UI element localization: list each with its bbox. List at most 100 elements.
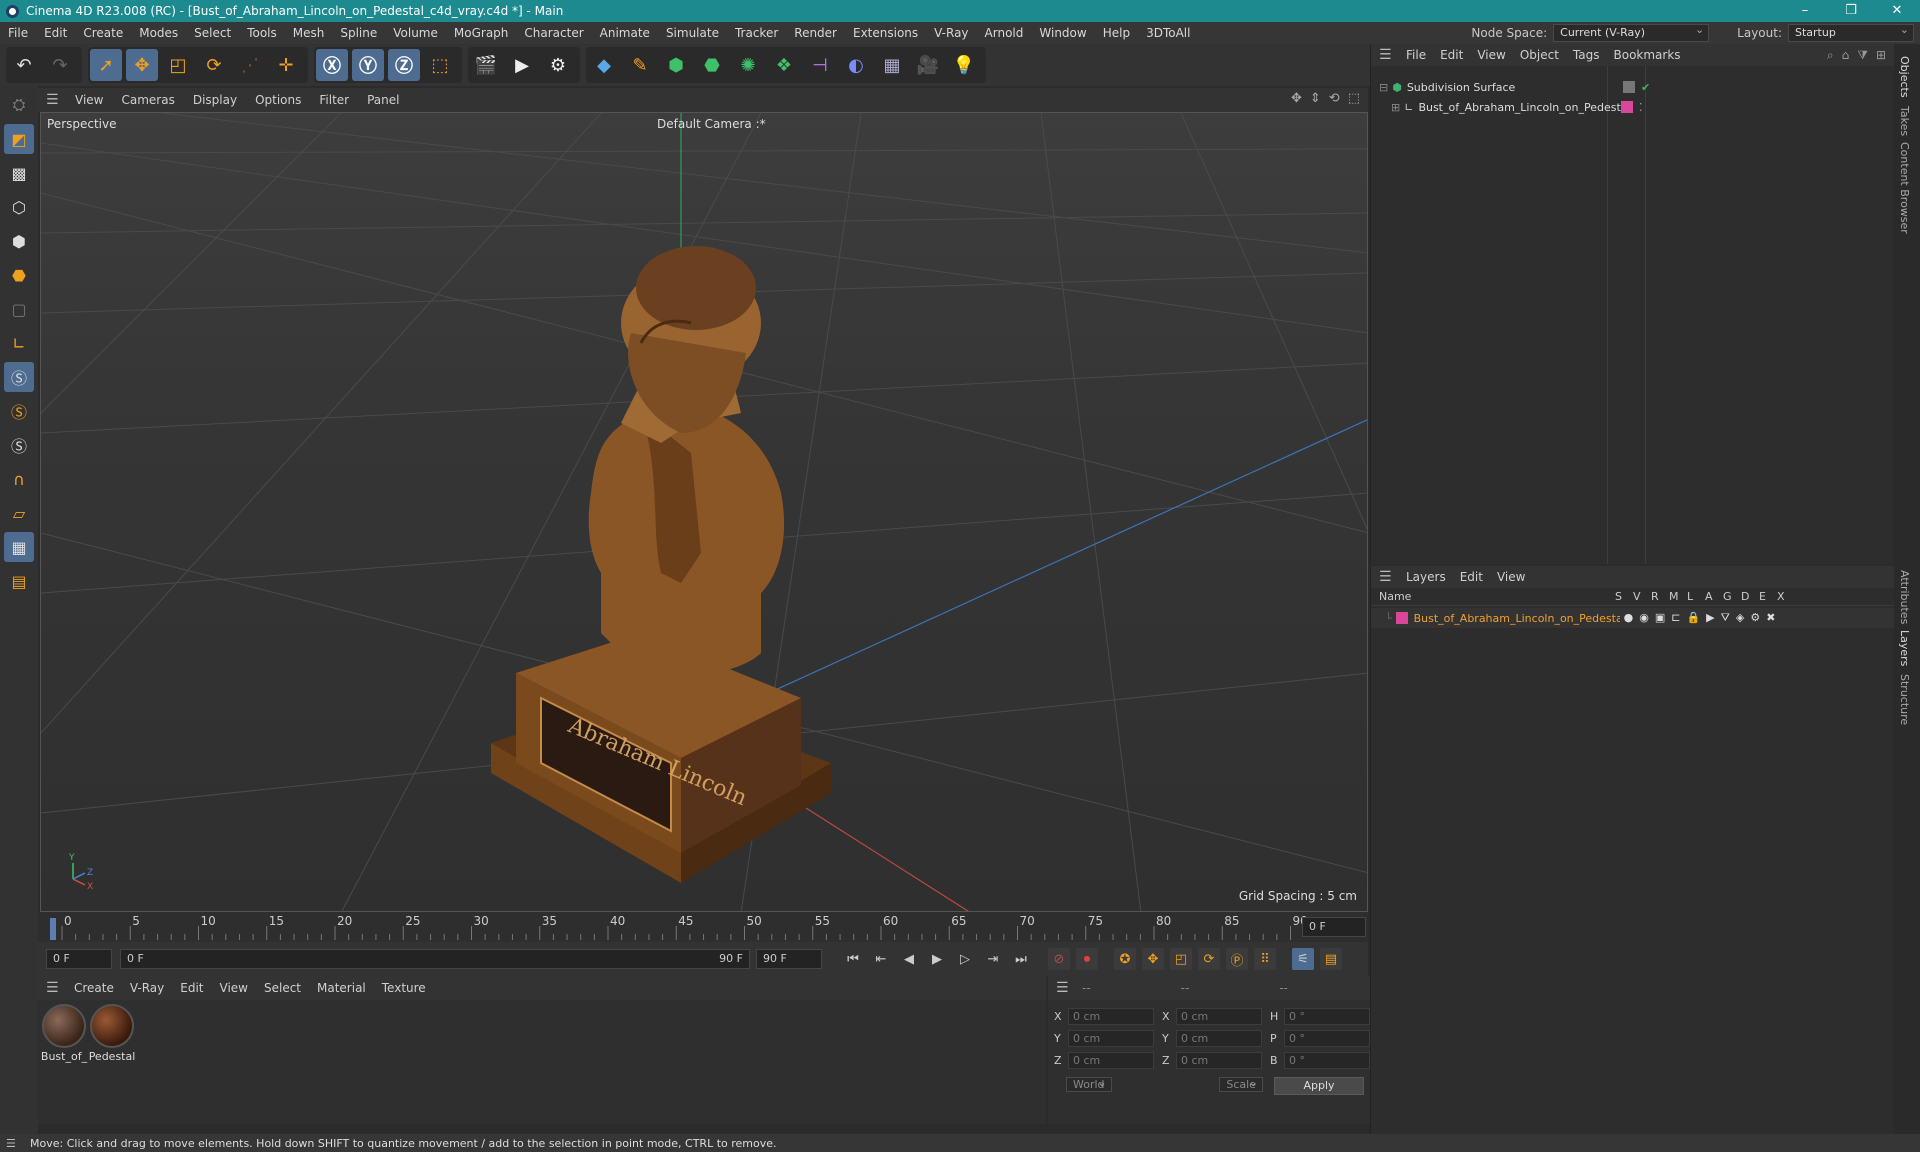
make-editable-icon[interactable]: ⛭: [4, 90, 34, 120]
close-button[interactable]: ✕: [1874, 0, 1920, 22]
object-home-icon[interactable]: ⌂: [1842, 48, 1850, 63]
restore-button[interactable]: ❐: [1828, 0, 1874, 22]
polygons-mode-icon[interactable]: ⬣: [4, 260, 34, 290]
quantize-icon[interactable]: Ⓢ: [4, 430, 34, 460]
tab-takes[interactable]: Takes: [1898, 106, 1911, 136]
texture-mode-icon[interactable]: ▩: [4, 158, 34, 188]
layout-dropdown[interactable]: Startup: [1788, 22, 1914, 42]
rotate-view-icon[interactable]: ⟲: [1329, 91, 1340, 106]
material-swatch-bust[interactable]: Bust_of_: [40, 1004, 88, 1063]
snap-settings-icon[interactable]: Ⓢ: [4, 396, 34, 426]
material-menu-texture[interactable]: Texture: [374, 981, 434, 995]
extrude-icon[interactable]: ⬣: [696, 49, 728, 81]
mograph-icon[interactable]: ❖: [768, 49, 800, 81]
object-row-bust[interactable]: ⊞ ∟ Bust_of_Abraham_Lincoln_on_Pedestal …: [1391, 98, 1643, 116]
menu-help[interactable]: Help: [1095, 26, 1138, 40]
recent-tools-icon[interactable]: ⋰: [234, 49, 266, 81]
layer-lock-icon[interactable]: 🔒: [1686, 611, 1700, 625]
tab-layers[interactable]: Layers: [1898, 630, 1911, 666]
undo-icon[interactable]: ↶: [8, 49, 40, 81]
next-frame-icon[interactable]: ▷: [954, 948, 976, 970]
rot-b-field[interactable]: 0 °: [1284, 1052, 1370, 1069]
layer-manager-icon[interactable]: ⊏: [1671, 611, 1680, 625]
playhead-marker[interactable]: [50, 918, 56, 940]
expand-toggle-icon[interactable]: ⊞: [1391, 101, 1400, 114]
size-y-field[interactable]: 0 cm: [1176, 1030, 1262, 1047]
render-picture-viewer-icon[interactable]: ▶: [506, 49, 538, 81]
object-filter-icon[interactable]: ⧩: [1857, 48, 1868, 63]
go-to-start-icon[interactable]: ⏮: [842, 948, 864, 970]
material-menu-icon[interactable]: ☰: [46, 980, 66, 996]
tab-content-browser[interactable]: Content Browser: [1898, 142, 1911, 234]
layer-render-icon[interactable]: ▣: [1655, 611, 1665, 625]
menu-animate[interactable]: Animate: [592, 26, 658, 40]
menu-volume[interactable]: Volume: [385, 26, 446, 40]
viewport-menu-icon[interactable]: ☰: [46, 92, 66, 108]
layer-solo-icon[interactable]: ●: [1624, 611, 1634, 625]
z-axis-lock-icon[interactable]: Ⓩ: [388, 49, 420, 81]
layer-xref-icon[interactable]: ✖: [1766, 611, 1775, 625]
key-scale-icon[interactable]: ◰: [1170, 948, 1192, 970]
edges-mode-icon[interactable]: ⬢: [4, 226, 34, 256]
rot-h-field[interactable]: 0 °: [1284, 1008, 1370, 1025]
material-menu-create[interactable]: Create: [66, 981, 122, 995]
menu-tools[interactable]: Tools: [239, 26, 285, 40]
layer-animation-icon[interactable]: ▶: [1706, 611, 1714, 625]
axis-mode-icon[interactable]: ∟: [4, 328, 34, 358]
light-icon[interactable]: 💡: [948, 49, 980, 81]
menu-3dtoall[interactable]: 3DToAll: [1138, 26, 1198, 40]
start-frame-field[interactable]: 0 F: [46, 949, 112, 969]
menu-render[interactable]: Render: [786, 26, 845, 40]
layer-menu-view[interactable]: View: [1490, 570, 1532, 584]
menu-simulate[interactable]: Simulate: [658, 26, 727, 40]
layer-color-swatch[interactable]: [1395, 612, 1408, 624]
key-parameter-icon[interactable]: Ⓟ: [1226, 948, 1248, 970]
model-mode-icon[interactable]: ◩: [4, 124, 34, 154]
uv-mode-icon[interactable]: ▢: [4, 294, 34, 324]
timeline-window-icon[interactable]: ▤: [1320, 948, 1342, 970]
autokey-icon[interactable]: ⏺: [1076, 948, 1098, 970]
object-menu-view[interactable]: View: [1470, 48, 1512, 62]
tab-structure[interactable]: Structure: [1898, 674, 1911, 725]
menu-edit[interactable]: Edit: [36, 26, 75, 40]
previous-key-icon[interactable]: ⇤: [870, 948, 892, 970]
menu-window[interactable]: Window: [1031, 26, 1094, 40]
menu-character[interactable]: Character: [516, 26, 591, 40]
pos-x-field[interactable]: 0 cm: [1068, 1008, 1154, 1025]
object-row-subdivision-surface[interactable]: ⊟ ⬢ Subdivision Surface ✔: [1379, 78, 1650, 96]
magnet-icon[interactable]: ∩: [4, 464, 34, 494]
pos-y-field[interactable]: 0 cm: [1068, 1030, 1154, 1047]
menu-mograph[interactable]: MoGraph: [446, 26, 517, 40]
material-menu-view[interactable]: View: [212, 981, 256, 995]
rotate-tool-icon[interactable]: ⟳: [198, 49, 230, 81]
menu-arnold[interactable]: Arnold: [977, 26, 1032, 40]
menu-create[interactable]: Create: [75, 26, 131, 40]
key-rotation-icon[interactable]: ⟳: [1198, 948, 1220, 970]
object-new-window-icon[interactable]: ⊞: [1876, 48, 1886, 63]
size-mode-dropdown[interactable]: Scale: [1219, 1077, 1263, 1092]
x-axis-lock-icon[interactable]: Ⓧ: [316, 49, 348, 81]
layer-expression-icon[interactable]: ⚙: [1750, 611, 1760, 625]
motion-system-icon[interactable]: ⚟: [1292, 948, 1314, 970]
object-menu-object[interactable]: Object: [1513, 48, 1566, 62]
layer-menu-edit[interactable]: Edit: [1453, 570, 1490, 584]
size-x-field[interactable]: 0 cm: [1176, 1008, 1262, 1025]
pos-z-field[interactable]: 0 cm: [1068, 1052, 1154, 1069]
current-frame-field[interactable]: 0 F: [1302, 917, 1366, 937]
zoom-view-icon[interactable]: ⇕: [1310, 91, 1321, 106]
snap-icon[interactable]: Ⓢ: [4, 362, 34, 392]
material-menu-select[interactable]: Select: [256, 981, 309, 995]
layer-menu-layers[interactable]: Layers: [1399, 570, 1453, 584]
deformer-icon[interactable]: ⊣: [804, 49, 836, 81]
play-icon[interactable]: ▶: [926, 948, 948, 970]
subdivision-icon[interactable]: ⬢: [660, 49, 692, 81]
field-icon[interactable]: ◐: [840, 49, 872, 81]
transform-tool-icon[interactable]: ✛: [270, 49, 302, 81]
rot-p-field[interactable]: 0 °: [1284, 1030, 1370, 1047]
object-menu-file[interactable]: File: [1399, 48, 1433, 62]
material-swatch-pedestal[interactable]: Pedestal: [88, 1004, 136, 1063]
layer-deformer-icon[interactable]: ◈: [1736, 611, 1744, 625]
layer-visible-icon[interactable]: ◉: [1639, 611, 1649, 625]
coordinate-mode-dropdown[interactable]: World: [1066, 1077, 1112, 1092]
material-menu-edit[interactable]: Edit: [172, 981, 211, 995]
